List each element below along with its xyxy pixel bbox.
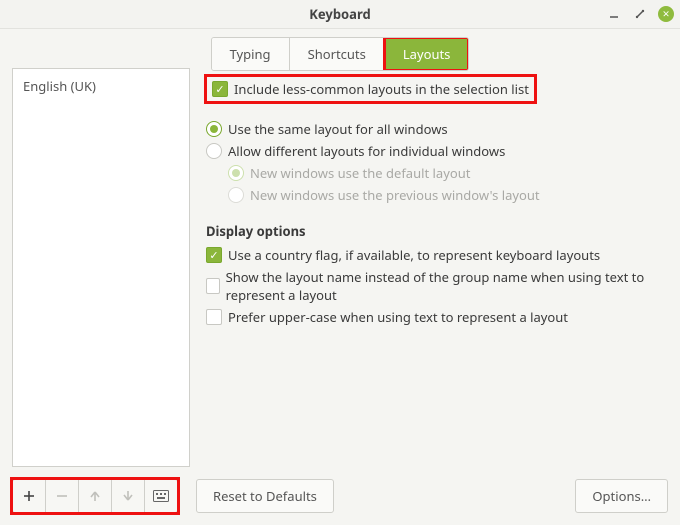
include-less-common-option[interactable]: Include less-common layouts in the selec… (206, 76, 535, 102)
content-area: English (UK) Include less-common layouts… (12, 68, 668, 467)
display-options-header: Display options (206, 222, 668, 240)
tab-layouts[interactable]: Layouts (385, 38, 469, 70)
country-flag-label: Use a country flag, if available, to rep… (228, 246, 600, 264)
titlebar: Keyboard (0, 0, 680, 29)
plus-icon (22, 489, 36, 503)
show-layout-button[interactable] (144, 479, 178, 513)
tab-bar: Typing Shortcuts Layouts (211, 37, 470, 71)
same-layout-label: Use the same layout for all windows (228, 120, 448, 138)
radio-disabled-icon (228, 187, 244, 203)
new-windows-default-option: New windows use the default layout (228, 164, 668, 182)
prefer-upper-label: Prefer upper-case when using text to rep… (228, 308, 568, 326)
layout-toolbar (12, 479, 178, 513)
show-layout-name-label: Show the layout name instead of the grou… (226, 268, 668, 304)
radio-checked-icon (206, 121, 222, 137)
radio-disabled-checked-icon (228, 165, 244, 181)
keyboard-icon (153, 490, 169, 502)
keyboard-settings-window: Keyboard Typing Shortcuts Layouts Englis… (0, 0, 680, 525)
move-up-button[interactable] (78, 479, 112, 513)
remove-layout-button[interactable] (45, 479, 79, 513)
window-controls (606, 0, 674, 28)
prefer-upper-option[interactable]: Prefer upper-case when using text to rep… (206, 308, 668, 326)
minimize-icon[interactable] (606, 6, 622, 22)
arrow-down-icon (121, 489, 135, 503)
new-windows-default-label: New windows use the default layout (250, 164, 470, 182)
allow-different-option[interactable]: Allow different layouts for individual w… (206, 142, 668, 160)
options-label: Options… (592, 487, 651, 505)
tab-shortcuts[interactable]: Shortcuts (290, 38, 385, 70)
radio-unchecked-icon (206, 143, 222, 159)
add-layout-button[interactable] (12, 479, 46, 513)
checkbox-unchecked-icon (206, 278, 220, 294)
layout-list[interactable]: English (UK) (12, 68, 190, 467)
minus-icon (55, 489, 69, 503)
same-layout-option[interactable]: Use the same layout for all windows (206, 120, 668, 138)
main-panel: Include less-common layouts in the selec… (206, 68, 668, 467)
bottom-bar: Reset to Defaults Options… (12, 479, 668, 513)
reset-defaults-button[interactable]: Reset to Defaults (196, 479, 334, 513)
new-windows-previous-label: New windows use the previous window's la… (250, 186, 540, 204)
show-layout-name-option[interactable]: Show the layout name instead of the grou… (206, 268, 668, 304)
window-title: Keyboard (309, 5, 370, 23)
move-down-button[interactable] (111, 479, 145, 513)
reset-defaults-label: Reset to Defaults (213, 487, 317, 505)
checkbox-checked-icon (206, 247, 222, 263)
options-button[interactable]: Options… (575, 479, 668, 513)
checkbox-checked-icon (212, 81, 228, 97)
arrow-up-icon (88, 489, 102, 503)
checkbox-unchecked-icon (206, 309, 222, 325)
maximize-icon[interactable] (632, 6, 648, 22)
country-flag-option[interactable]: Use a country flag, if available, to rep… (206, 246, 668, 264)
include-less-common-label: Include less-common layouts in the selec… (234, 80, 529, 98)
new-windows-previous-option: New windows use the previous window's la… (228, 186, 668, 204)
tab-bar-container: Typing Shortcuts Layouts (0, 37, 680, 71)
layout-list-item[interactable]: English (UK) (21, 75, 181, 97)
tab-typing[interactable]: Typing (212, 38, 290, 70)
close-icon[interactable] (658, 6, 674, 22)
allow-different-label: Allow different layouts for individual w… (228, 142, 505, 160)
